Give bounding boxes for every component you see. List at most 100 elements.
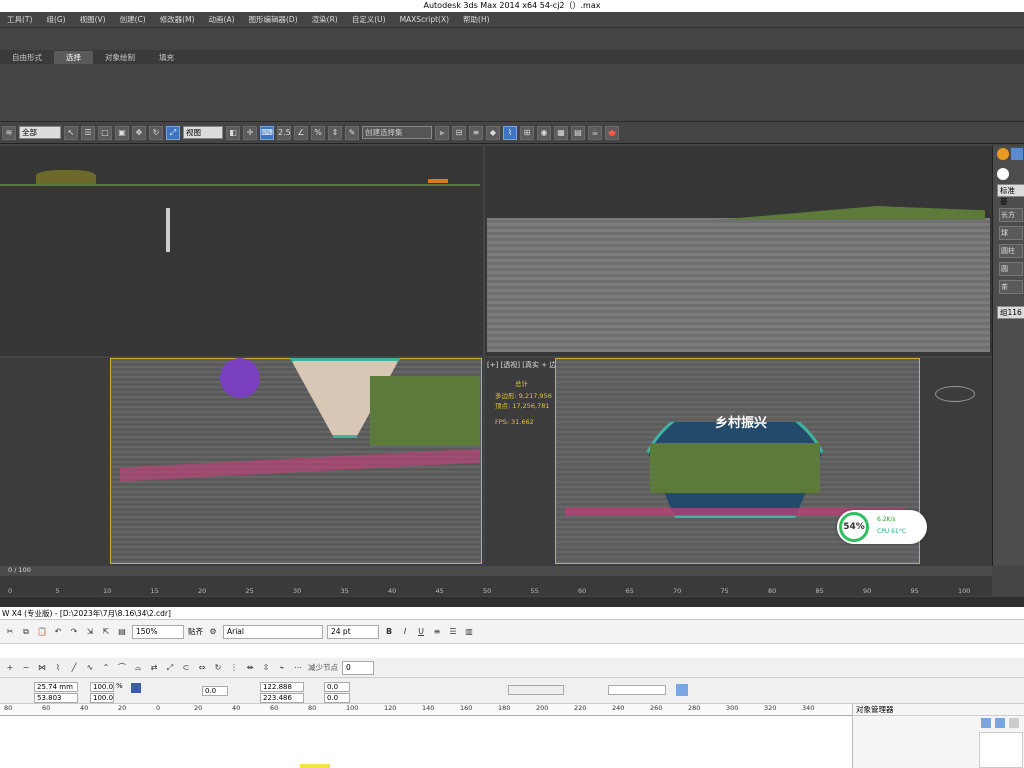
rotation-angle-input[interactable]: 0.0 <box>202 686 228 696</box>
select-all-nodes-icon[interactable]: ⋯ <box>292 662 304 674</box>
underline-icon[interactable]: U <box>415 626 427 638</box>
named-selection-dropdown[interactable]: 创建选择集 <box>362 126 432 139</box>
publish-pdf-icon[interactable]: ▤ <box>116 626 128 638</box>
time-slider[interactable]: 0 / 100 <box>0 566 992 576</box>
copy-icon[interactable]: ⧉ <box>20 626 32 638</box>
rotate-icon[interactable]: ↻ <box>149 125 163 140</box>
rendered-frame-icon[interactable]: ▤ <box>571 125 585 140</box>
menu-item[interactable]: 渲染(R) <box>305 14 345 25</box>
object-tree[interactable] <box>979 732 1023 768</box>
menu-item[interactable]: 创建(C) <box>113 14 153 25</box>
object-type-button[interactable]: 长方 <box>999 208 1023 222</box>
viewport-front[interactable] <box>485 146 992 356</box>
perf-widget[interactable]: 54% 6.2K/s CPU 61°C <box>837 510 927 544</box>
track-bar[interactable]: 0 5 10 15 20 25 30 35 40 45 50 55 60 65 70 75 80 85 90 95 10… <box>0 576 992 596</box>
cut-icon[interactable]: ✂ <box>4 626 16 638</box>
undo-icon[interactable]: ↶ <box>52 626 64 638</box>
edit-across-layers-icon[interactable] <box>995 718 1005 728</box>
menu-item[interactable]: 视图(V) <box>73 14 113 25</box>
menu-item[interactable]: 组(G) <box>39 14 72 25</box>
object-type-button[interactable]: 茶 <box>999 280 1023 294</box>
hand-tool-icon[interactable] <box>676 684 688 696</box>
render-production-icon[interactable]: ☕ <box>588 125 602 140</box>
percent-snap-icon[interactable]: % <box>311 125 325 140</box>
stretch-nodes-icon[interactable]: ⇔ <box>196 662 208 674</box>
width-input[interactable]: 122.888 mm <box>260 682 304 699</box>
symmetrical-icon[interactable]: ⌓ <box>132 662 144 674</box>
ribbon-tab[interactable]: 选择 <box>54 50 93 64</box>
edit-named-selection-icon[interactable]: ✎ <box>345 125 359 140</box>
skew-h-input[interactable]: 0.0 <box>324 682 350 692</box>
select-object-icon[interactable]: ↖ <box>64 125 78 140</box>
align-icon[interactable]: ⊟ <box>452 125 466 140</box>
rect-selection-icon[interactable]: □ <box>98 125 112 140</box>
height-input[interactable]: 223.486 mm <box>260 693 304 710</box>
material-editor-icon[interactable]: ◉ <box>537 125 551 140</box>
reflect-v-icon[interactable]: ⇳ <box>260 662 272 674</box>
horizontal-ruler[interactable]: 80 60 40 20 0 20 40 60 80 100 120 140 160 180 200 220 24… <box>0 704 852 716</box>
ribbon-tab[interactable]: 自由形式 <box>0 51 54 64</box>
spinner-snap-icon[interactable]: ⇕ <box>328 125 342 140</box>
reduce-nodes-input[interactable]: 0 <box>342 660 374 675</box>
window-crossing-icon[interactable]: ▣ <box>115 125 129 140</box>
scale-icon[interactable]: ⤢ <box>166 125 180 140</box>
geometry-icon[interactable] <box>997 168 1009 180</box>
keyboard-shortcut-icon[interactable]: ⌨ <box>260 125 274 140</box>
menu-item[interactable]: 修改器(M) <box>153 14 202 25</box>
italic-icon[interactable]: I <box>399 626 411 638</box>
break-curve-icon[interactable]: ⌇ <box>52 662 64 674</box>
bold-icon[interactable]: B <box>383 626 395 638</box>
ribbon-tab[interactable]: 对象绘制 <box>93 51 147 64</box>
join-nodes-icon[interactable]: ⋈ <box>36 662 48 674</box>
to-curve-icon[interactable]: ∿ <box>84 662 96 674</box>
create-tab-icon[interactable] <box>997 148 1009 160</box>
viewport-top[interactable] <box>0 146 483 356</box>
options-icon[interactable]: ⚙ <box>207 626 219 638</box>
render-iterative-icon[interactable]: 🫖 <box>605 125 619 140</box>
rotate-nodes-icon[interactable]: ↻ <box>212 662 224 674</box>
delete-node-icon[interactable]: − <box>20 662 32 674</box>
elastic-mode-icon[interactable]: ⌁ <box>276 662 288 674</box>
layer-manager-view-icon[interactable] <box>1009 718 1019 728</box>
drawing-canvas[interactable] <box>0 716 852 768</box>
font-size-dropdown[interactable]: 24 pt <box>327 624 379 639</box>
coord-system-dropdown[interactable]: 视图 <box>183 126 223 139</box>
show-properties-icon[interactable] <box>981 718 991 728</box>
menu-item[interactable]: 图形编辑器(D) <box>242 14 305 25</box>
move-icon[interactable]: ✥ <box>132 125 146 140</box>
select-by-name-icon[interactable]: ☰ <box>81 125 95 140</box>
cusp-icon[interactable]: ⌃ <box>100 662 112 674</box>
text-list-icon[interactable]: ☰ <box>447 626 459 638</box>
schematic-view-icon[interactable]: ⊞ <box>520 125 534 140</box>
to-line-icon[interactable]: ╱ <box>68 662 80 674</box>
zoom-dropdown[interactable]: 150% <box>132 624 184 639</box>
align-nodes-icon[interactable]: ⋮ <box>228 662 240 674</box>
angle-snap-icon[interactable]: ∠ <box>294 125 308 140</box>
ribbon-tab[interactable]: 填充 <box>147 51 186 64</box>
extract-subpath-icon[interactable]: ⊂ <box>180 662 192 674</box>
object-type-button[interactable]: 球 <box>999 226 1023 240</box>
redo-icon[interactable]: ↷ <box>68 626 80 638</box>
layers-icon[interactable]: ≋ <box>2 125 16 140</box>
menu-item[interactable]: 帮助(H) <box>456 14 497 25</box>
paste-icon[interactable]: 📋 <box>36 626 48 638</box>
extend-curve-icon[interactable]: ⤢ <box>164 662 176 674</box>
mirror-icon[interactable]: ⫸ <box>435 125 449 140</box>
reflect-h-icon[interactable]: ⇹ <box>244 662 256 674</box>
viewcube-icon[interactable] <box>935 386 975 402</box>
export-icon[interactable]: ⇱ <box>100 626 112 638</box>
import-icon[interactable]: ⇲ <box>84 626 96 638</box>
scale-height-input[interactable]: 100.0 <box>90 693 114 703</box>
menu-item[interactable]: 动画(A) <box>202 14 242 25</box>
viewport-left[interactable] <box>0 358 483 566</box>
selection-filter-dropdown[interactable]: 全部 <box>19 126 61 139</box>
lock-ratio-icon[interactable] <box>131 683 141 693</box>
layer-manager-icon[interactable]: ≡ <box>469 125 483 140</box>
modify-tab-icon[interactable] <box>1011 148 1023 160</box>
smooth-icon[interactable]: ⌒ <box>116 662 128 674</box>
scale-width-input[interactable]: 100.0 <box>90 682 114 692</box>
pivot-icon[interactable]: ◧ <box>226 125 240 140</box>
skew-v-input[interactable]: 0.0 <box>324 693 350 703</box>
curve-editor-icon[interactable]: ⌇ <box>503 125 517 140</box>
add-node-icon[interactable]: + <box>4 662 16 674</box>
